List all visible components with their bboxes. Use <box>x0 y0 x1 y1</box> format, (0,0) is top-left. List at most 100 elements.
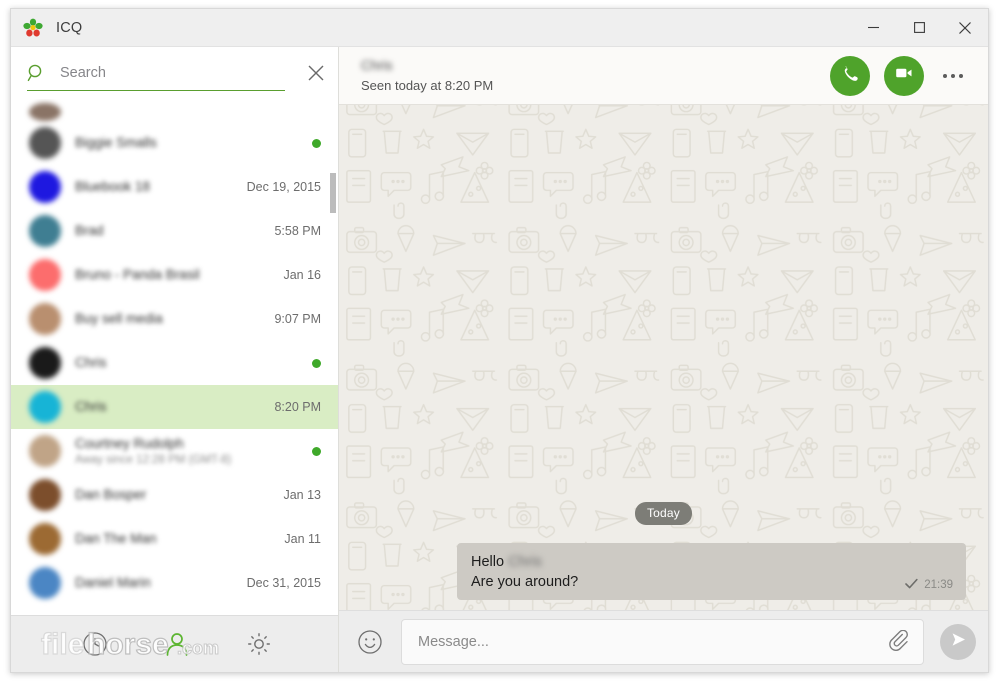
contact-row[interactable]: Brad 5:58 PM <box>11 209 338 253</box>
contact-name: Brad <box>75 223 104 238</box>
single-check-icon <box>905 576 918 594</box>
send-button[interactable] <box>940 623 976 660</box>
message-input-wrapper[interactable] <box>401 618 924 665</box>
message-meta: 21:39 <box>905 576 953 594</box>
close-button[interactable] <box>942 9 988 46</box>
contact-text: Daniel Marin <box>75 575 247 591</box>
avatar <box>29 435 61 467</box>
contact-name: Buy sell media <box>75 311 163 326</box>
contact-row[interactable]: Courtney Rudolph Away since 12:28 PM (GMT… <box>11 429 338 473</box>
avatar <box>29 479 61 511</box>
maximize-button[interactable] <box>896 9 942 46</box>
contact-row[interactable]: Daniel Marin Dec 31, 2015 <box>11 561 338 605</box>
chat-header-texts: Chris Seen today at 8:20 PM <box>361 58 816 94</box>
contact-name: Chris <box>75 355 107 370</box>
message-bubble[interactable]: Hello Chris Are you around? 21:39 <box>457 543 966 600</box>
icq-flower-icon <box>23 18 43 38</box>
sidebar-toolbar: file horse .com <box>11 615 338 672</box>
contact-timestamp: Jan 16 <box>283 268 321 282</box>
contact-name: Chris <box>75 399 107 414</box>
contact-text: Dan The Man <box>75 531 284 547</box>
avatar <box>29 171 61 203</box>
contact-row[interactable]: Biggie Smalls <box>11 121 338 165</box>
message-line-1: Hello Chris <box>471 552 952 572</box>
contact-row[interactable]: Buy sell media 9:07 PM <box>11 297 338 341</box>
chat-wallpaper <box>339 105 988 610</box>
clock-history-icon[interactable] <box>73 622 117 666</box>
contact-timestamp: 8:20 PM <box>274 400 321 414</box>
more-options-button[interactable] <box>936 59 970 93</box>
contact-name: Biggie Smalls <box>75 135 157 150</box>
avatar <box>29 523 61 555</box>
contact-text: Courtney Rudolph Away since 12:28 PM (GMT… <box>75 436 312 467</box>
contact-row[interactable] <box>11 99 338 121</box>
contact-list-scrollbar[interactable] <box>330 173 336 213</box>
minimize-button[interactable] <box>850 9 896 46</box>
chat-contact-name: Chris <box>361 57 393 73</box>
avatar <box>29 103 61 121</box>
message-input[interactable] <box>418 633 885 650</box>
online-status-dot <box>312 358 321 368</box>
contact-timestamp: Jan 11 <box>284 532 321 546</box>
contact-row[interactable]: Bluebook 18 Dec 19, 2015 <box>11 165 338 209</box>
contact-row[interactable]: Dan Bosper Jan 13 <box>11 473 338 517</box>
contact-text: Buy sell media <box>75 311 274 327</box>
title-bar: ICQ <box>11 9 988 47</box>
message-recipient-name: Chris <box>508 554 542 570</box>
contact-timestamp: Dec 19, 2015 <box>246 180 321 194</box>
main-split: Biggie Smalls Bluebook 18 Dec 19, 2015 Brad… <box>11 47 988 672</box>
sidebar: Biggie Smalls Bluebook 18 Dec 19, 2015 Brad… <box>11 47 339 672</box>
search-input[interactable] <box>60 58 294 88</box>
contact-list[interactable]: Biggie Smalls Bluebook 18 Dec 19, 2015 Brad… <box>11 99 338 615</box>
send-icon <box>950 631 967 653</box>
voice-call-button[interactable] <box>830 55 870 96</box>
gear-icon[interactable] <box>237 622 281 666</box>
avatar <box>29 127 61 159</box>
message-line-2: Are you around? <box>471 574 579 590</box>
smiley-icon[interactable] <box>355 627 385 657</box>
phone-icon <box>841 64 860 88</box>
contact-text: Brad <box>75 223 274 239</box>
contact-text: Dan Bosper <box>75 487 283 503</box>
contact-status-line: Away since 12:28 PM (GMT-8) <box>75 453 232 466</box>
person-icon[interactable] <box>155 622 199 666</box>
contact-row[interactable]: Chris <box>11 341 338 385</box>
contact-name: Courtney Rudolph <box>75 435 184 451</box>
contact-text: Chris <box>75 399 274 415</box>
window-controls <box>850 9 988 46</box>
contact-text: Bruno - Panda Brasil <box>75 267 283 283</box>
more-horizontal-icon <box>943 73 963 78</box>
message-timestamp: 21:39 <box>924 579 953 591</box>
online-status-dot <box>312 446 321 456</box>
contact-name: Bluebook 18 <box>75 179 151 194</box>
contact-timestamp: 9:07 PM <box>274 312 321 326</box>
contact-name: Bruno - Panda Brasil <box>75 267 200 282</box>
search-underline <box>27 90 285 91</box>
avatar <box>29 567 61 599</box>
contact-timestamp: 5:58 PM <box>274 224 321 238</box>
video-call-button[interactable] <box>884 55 924 96</box>
contact-timestamp: Dec 31, 2015 <box>246 576 321 590</box>
chat-pane: Chris Seen today at 8:20 PM Today Hello … <box>339 47 988 672</box>
video-camera-icon <box>894 63 914 88</box>
avatar <box>29 259 61 291</box>
contact-row[interactable]: Bruno - Panda Brasil Jan 16 <box>11 253 338 297</box>
avatar <box>29 347 61 379</box>
window-title: ICQ <box>56 19 83 36</box>
paperclip-icon[interactable] <box>885 627 915 657</box>
avatar <box>29 215 61 247</box>
message-composer <box>339 610 988 672</box>
contact-name: Dan Bosper <box>75 487 147 502</box>
online-status-dot <box>312 138 321 148</box>
avatar <box>29 303 61 335</box>
contact-name: Dan The Man <box>75 531 157 546</box>
avatar <box>29 391 61 423</box>
contact-row[interactable]: Chris 8:20 PM <box>11 385 338 429</box>
close-icon[interactable] <box>294 51 338 95</box>
chat-contact-status: Seen today at 8:20 PM <box>361 77 494 93</box>
contact-text: Bluebook 18 <box>75 179 247 195</box>
search-bar <box>11 47 338 99</box>
contact-row[interactable]: Dan The Man Jan 11 <box>11 517 338 561</box>
icq-window: ICQ Search Biggie Smalls Bluebook 18 Dec… <box>10 8 989 673</box>
day-divider-label: Today <box>634 502 693 525</box>
